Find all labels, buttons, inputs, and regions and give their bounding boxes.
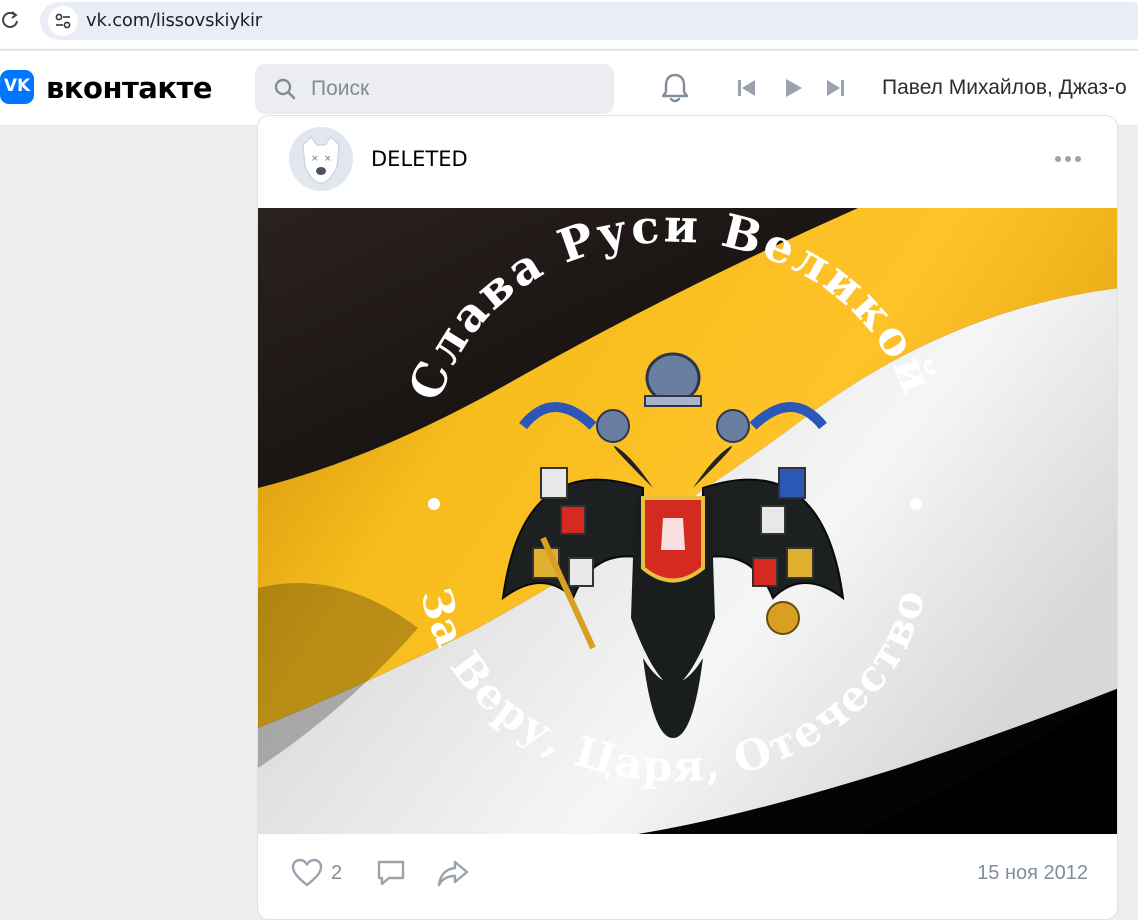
share-button[interactable] bbox=[436, 858, 470, 888]
post-image[interactable]: Слава Руси Великой За Веру, Царя, Отечес… bbox=[258, 198, 1117, 834]
url-text[interactable]: vk.com/lissovskiykir bbox=[86, 10, 262, 31]
reload-icon[interactable] bbox=[0, 10, 20, 32]
comment-icon bbox=[377, 860, 405, 886]
deleted-user-avatar[interactable]: × × bbox=[289, 127, 353, 191]
deleted-dog-icon: × × bbox=[289, 127, 353, 191]
like-button[interactable]: 2 bbox=[291, 858, 342, 888]
previous-track-icon[interactable] bbox=[734, 75, 760, 101]
svg-text:×: × bbox=[324, 154, 332, 164]
next-track-icon[interactable] bbox=[822, 75, 848, 101]
imperial-flag-image: Слава Руси Великой За Веру, Царя, Отечес… bbox=[258, 198, 1117, 834]
search-box[interactable] bbox=[255, 64, 614, 114]
heart-icon bbox=[291, 858, 323, 887]
now-playing-track[interactable]: Павел Михайлов, Джаз-о bbox=[882, 76, 1138, 100]
more-options-icon[interactable] bbox=[1053, 149, 1083, 169]
share-icon bbox=[437, 860, 469, 887]
comment-button[interactable] bbox=[375, 858, 407, 888]
notifications-bell-icon[interactable] bbox=[659, 71, 691, 105]
post-date[interactable]: 15 ноя 2012 bbox=[977, 862, 1088, 885]
browser-address-bar: vk.com/lissovskiykir bbox=[0, 0, 1138, 50]
post-author[interactable]: DELETED bbox=[371, 147, 468, 171]
search-icon bbox=[274, 78, 296, 100]
vk-logo-letters: VK bbox=[3, 76, 31, 96]
search-input[interactable] bbox=[311, 64, 601, 114]
like-count: 2 bbox=[331, 861, 343, 884]
vk-logo-icon[interactable]: VK bbox=[0, 70, 34, 104]
brand-name[interactable]: вконтакте bbox=[46, 71, 213, 105]
svg-text:×: × bbox=[311, 154, 319, 164]
wall-post: × × DELETED Слава Руси Великой За Веру, … bbox=[257, 115, 1118, 920]
play-icon[interactable] bbox=[780, 75, 806, 101]
post-actions: 2 15 ноя 2012 bbox=[258, 848, 1117, 898]
site-settings-icon[interactable] bbox=[48, 6, 78, 36]
